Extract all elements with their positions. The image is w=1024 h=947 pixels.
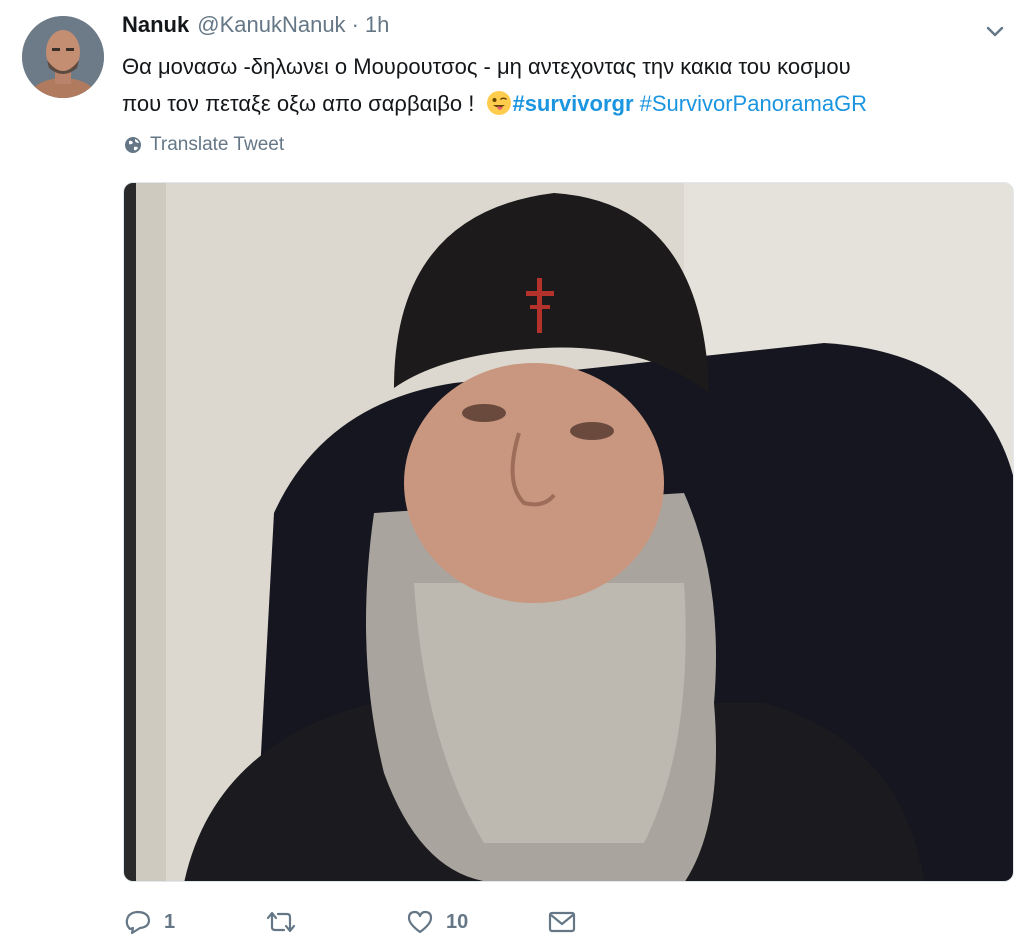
like-button[interactable]: 10 — [406, 909, 468, 935]
envelope-icon — [548, 911, 576, 933]
hashtag-survivorpanoramagr-link[interactable]: #SurvivorPanoramaGR — [640, 91, 867, 116]
globe-icon — [125, 137, 141, 153]
tweet-text-line-2-prefix: που τον πεταξε οξω απο σαρβαιβο ! — [122, 91, 475, 116]
retweet-icon — [266, 911, 296, 933]
display-name[interactable]: Nanuk — [122, 12, 189, 38]
heart-icon — [407, 910, 433, 934]
retweet-button[interactable] — [264, 909, 310, 935]
translate-tweet-label: Translate Tweet — [150, 134, 285, 155]
tweet-text-line-1: Θα μονασω -δηλωνει ο Μουρουτσος - μη αντ… — [122, 54, 851, 79]
direct-message-button[interactable] — [548, 910, 588, 934]
timestamp[interactable]: 1h — [365, 12, 389, 38]
translate-tweet-button[interactable]: Translate Tweet — [124, 134, 284, 156]
photo-image — [124, 183, 1013, 881]
tweet-card: Nanuk @KanukNanuk · 1h Θα μονασω -δηλωνε… — [0, 0, 1024, 947]
reply-count: 1 — [164, 910, 176, 933]
tweet-actions: 1 10 — [124, 902, 724, 942]
avatar[interactable] — [22, 16, 104, 98]
tweet-media-photo[interactable] — [123, 182, 1014, 882]
more-options-chevron-down-icon[interactable] — [984, 20, 1006, 42]
reply-button[interactable]: 1 — [124, 909, 175, 935]
reply-icon — [125, 910, 151, 935]
separator-dot: · — [351, 12, 359, 37]
user-handle[interactable]: @KanukNanuk — [197, 12, 345, 38]
tweet-header: Nanuk @KanukNanuk · 1h — [122, 12, 964, 46]
like-count: 10 — [446, 910, 469, 933]
winking-tongue-face-icon — [487, 91, 512, 115]
tweet-text: Θα μονασω -δηλωνει ο Μουρουτσος - μη αντ… — [122, 48, 1002, 122]
hashtag-survivorgr-link[interactable]: #survivorgr — [512, 91, 633, 116]
avatar-image — [22, 16, 104, 98]
tweet-text-line-2: που τον πεταξε οξω απο σαρβαιβο ! #survi… — [122, 85, 1002, 122]
